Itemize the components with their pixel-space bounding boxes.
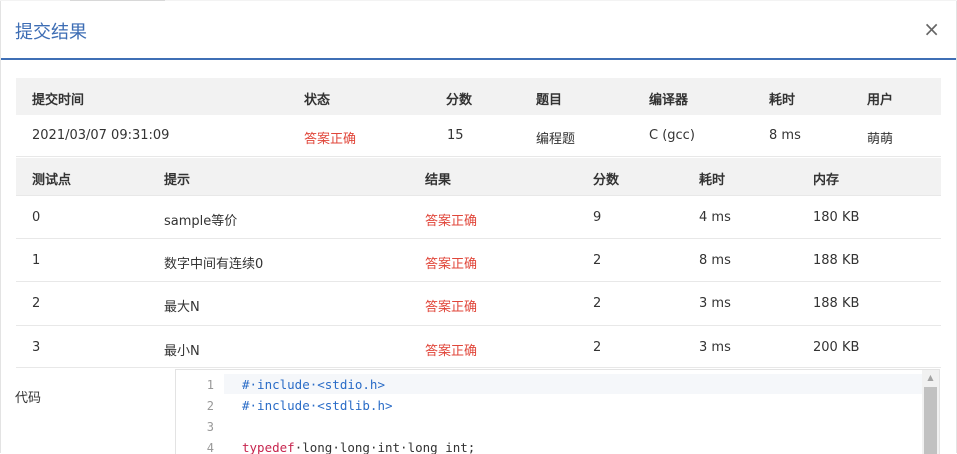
- line-number: 2: [206, 399, 214, 413]
- scroll-up-arrow-icon[interactable]: ▲: [922, 370, 939, 386]
- code-line: #·include·<stdlib.h>: [242, 398, 393, 413]
- submission-result-modal: 提交结果 × 提交时间 状态 分数 题目 编译器 耗时 用户 2021/03/0…: [0, 1, 957, 454]
- testcase-hint: 最小N: [164, 344, 200, 359]
- submit-duration: 8 ms: [769, 128, 801, 143]
- testcase-header-memory: 内存: [813, 173, 840, 188]
- scroll-thumb[interactable]: [924, 387, 937, 454]
- summary-header-row: 提交时间 状态 分数 题目 编译器 耗时 用户: [16, 78, 941, 115]
- testcase-score: 2: [593, 296, 602, 311]
- problem-name: 编程题: [536, 132, 576, 147]
- testcase-id: 1: [32, 253, 41, 268]
- compiler-name: C (gcc): [649, 128, 695, 143]
- line-number: 1: [206, 378, 214, 392]
- code-token: #·include·<stdio.h>: [242, 377, 385, 392]
- testcase-result: 答案正确: [425, 300, 478, 315]
- testcase-header-score: 分数: [593, 173, 620, 188]
- close-icon[interactable]: ×: [923, 17, 940, 41]
- summary-header-problem: 题目: [536, 93, 563, 108]
- code-line: #·include·<stdio.h>: [242, 377, 385, 392]
- modal-title: 提交结果: [15, 22, 87, 43]
- summary-header-duration: 耗时: [769, 93, 796, 108]
- testcase-memory: 200 KB: [813, 340, 860, 355]
- table-row: 0 sample等价 答案正确 9 4 ms 180 KB: [16, 195, 941, 239]
- testcase-header-row: 测试点 提示 结果 分数 耗时 内存: [16, 158, 941, 195]
- testcase-score: 9: [593, 210, 602, 225]
- testcase-hint: 最大N: [164, 300, 200, 315]
- summary-header-status: 状态: [304, 93, 331, 108]
- testcase-duration: 3 ms: [699, 340, 731, 355]
- testcase-hint: sample等价: [164, 214, 238, 229]
- table-row: 3 最小N 答案正确 2 3 ms 200 KB: [16, 326, 941, 368]
- line-number: 4: [206, 441, 214, 454]
- testcase-memory: 188 KB: [813, 296, 860, 311]
- line-number-gutter: 1 2 3 4: [176, 370, 224, 454]
- testcase-memory: 180 KB: [813, 210, 860, 225]
- testcase-header-hint: 提示: [164, 173, 191, 188]
- testcase-duration: 8 ms: [699, 253, 731, 268]
- table-row: 2 最大N 答案正确 2 3 ms 188 KB: [16, 282, 941, 326]
- testcase-id: 3: [32, 340, 41, 355]
- testcase-duration: 4 ms: [699, 210, 731, 225]
- testcase-header-id: 测试点: [32, 173, 72, 188]
- submit-time: 2021/03/07 09:31:09: [32, 128, 170, 143]
- summary-header-user: 用户: [867, 93, 894, 108]
- testcase-score: 2: [593, 253, 602, 268]
- code-token: typedef: [242, 440, 295, 454]
- submit-status: 答案正确: [304, 132, 357, 147]
- code-token: #·include·<stdlib.h>: [242, 398, 393, 413]
- code-label: 代码: [15, 391, 42, 406]
- modal-header: 提交结果 ×: [1, 1, 956, 60]
- testcase-memory: 188 KB: [813, 253, 860, 268]
- summary-header-compiler: 编译器: [649, 93, 689, 108]
- table-row: 1 数字中间有连续0 答案正确 2 8 ms 188 KB: [16, 239, 941, 282]
- submit-score: 15: [447, 128, 464, 143]
- testcase-result: 答案正确: [425, 214, 478, 229]
- testcase-score: 2: [593, 340, 602, 355]
- testcase-id: 0: [32, 210, 41, 225]
- testcase-header-result: 结果: [425, 173, 452, 188]
- testcase-id: 2: [32, 296, 41, 311]
- testcase-header-duration: 耗时: [699, 173, 726, 188]
- code-line: typedef·long·long·int·long_int;: [242, 440, 475, 454]
- summary-row: 2021/03/07 09:31:09 答案正确 15 编程题 C (gcc) …: [16, 115, 941, 157]
- testcase-result: 答案正确: [425, 257, 478, 272]
- line-number: 3: [206, 420, 214, 434]
- user-name: 萌萌: [867, 132, 894, 147]
- testcase-duration: 3 ms: [699, 296, 731, 311]
- code-token: ·long·long·int·long_int;: [294, 440, 476, 454]
- code-viewer[interactable]: 1 2 3 4 #·include·<stdio.h> #·include·<s…: [175, 369, 940, 454]
- testcase-result: 答案正确: [425, 344, 478, 359]
- summary-header-time: 提交时间: [32, 93, 85, 108]
- code-scrollbar[interactable]: ▲: [922, 370, 939, 454]
- summary-header-score: 分数: [446, 93, 473, 108]
- testcase-hint: 数字中间有连续0: [164, 257, 264, 272]
